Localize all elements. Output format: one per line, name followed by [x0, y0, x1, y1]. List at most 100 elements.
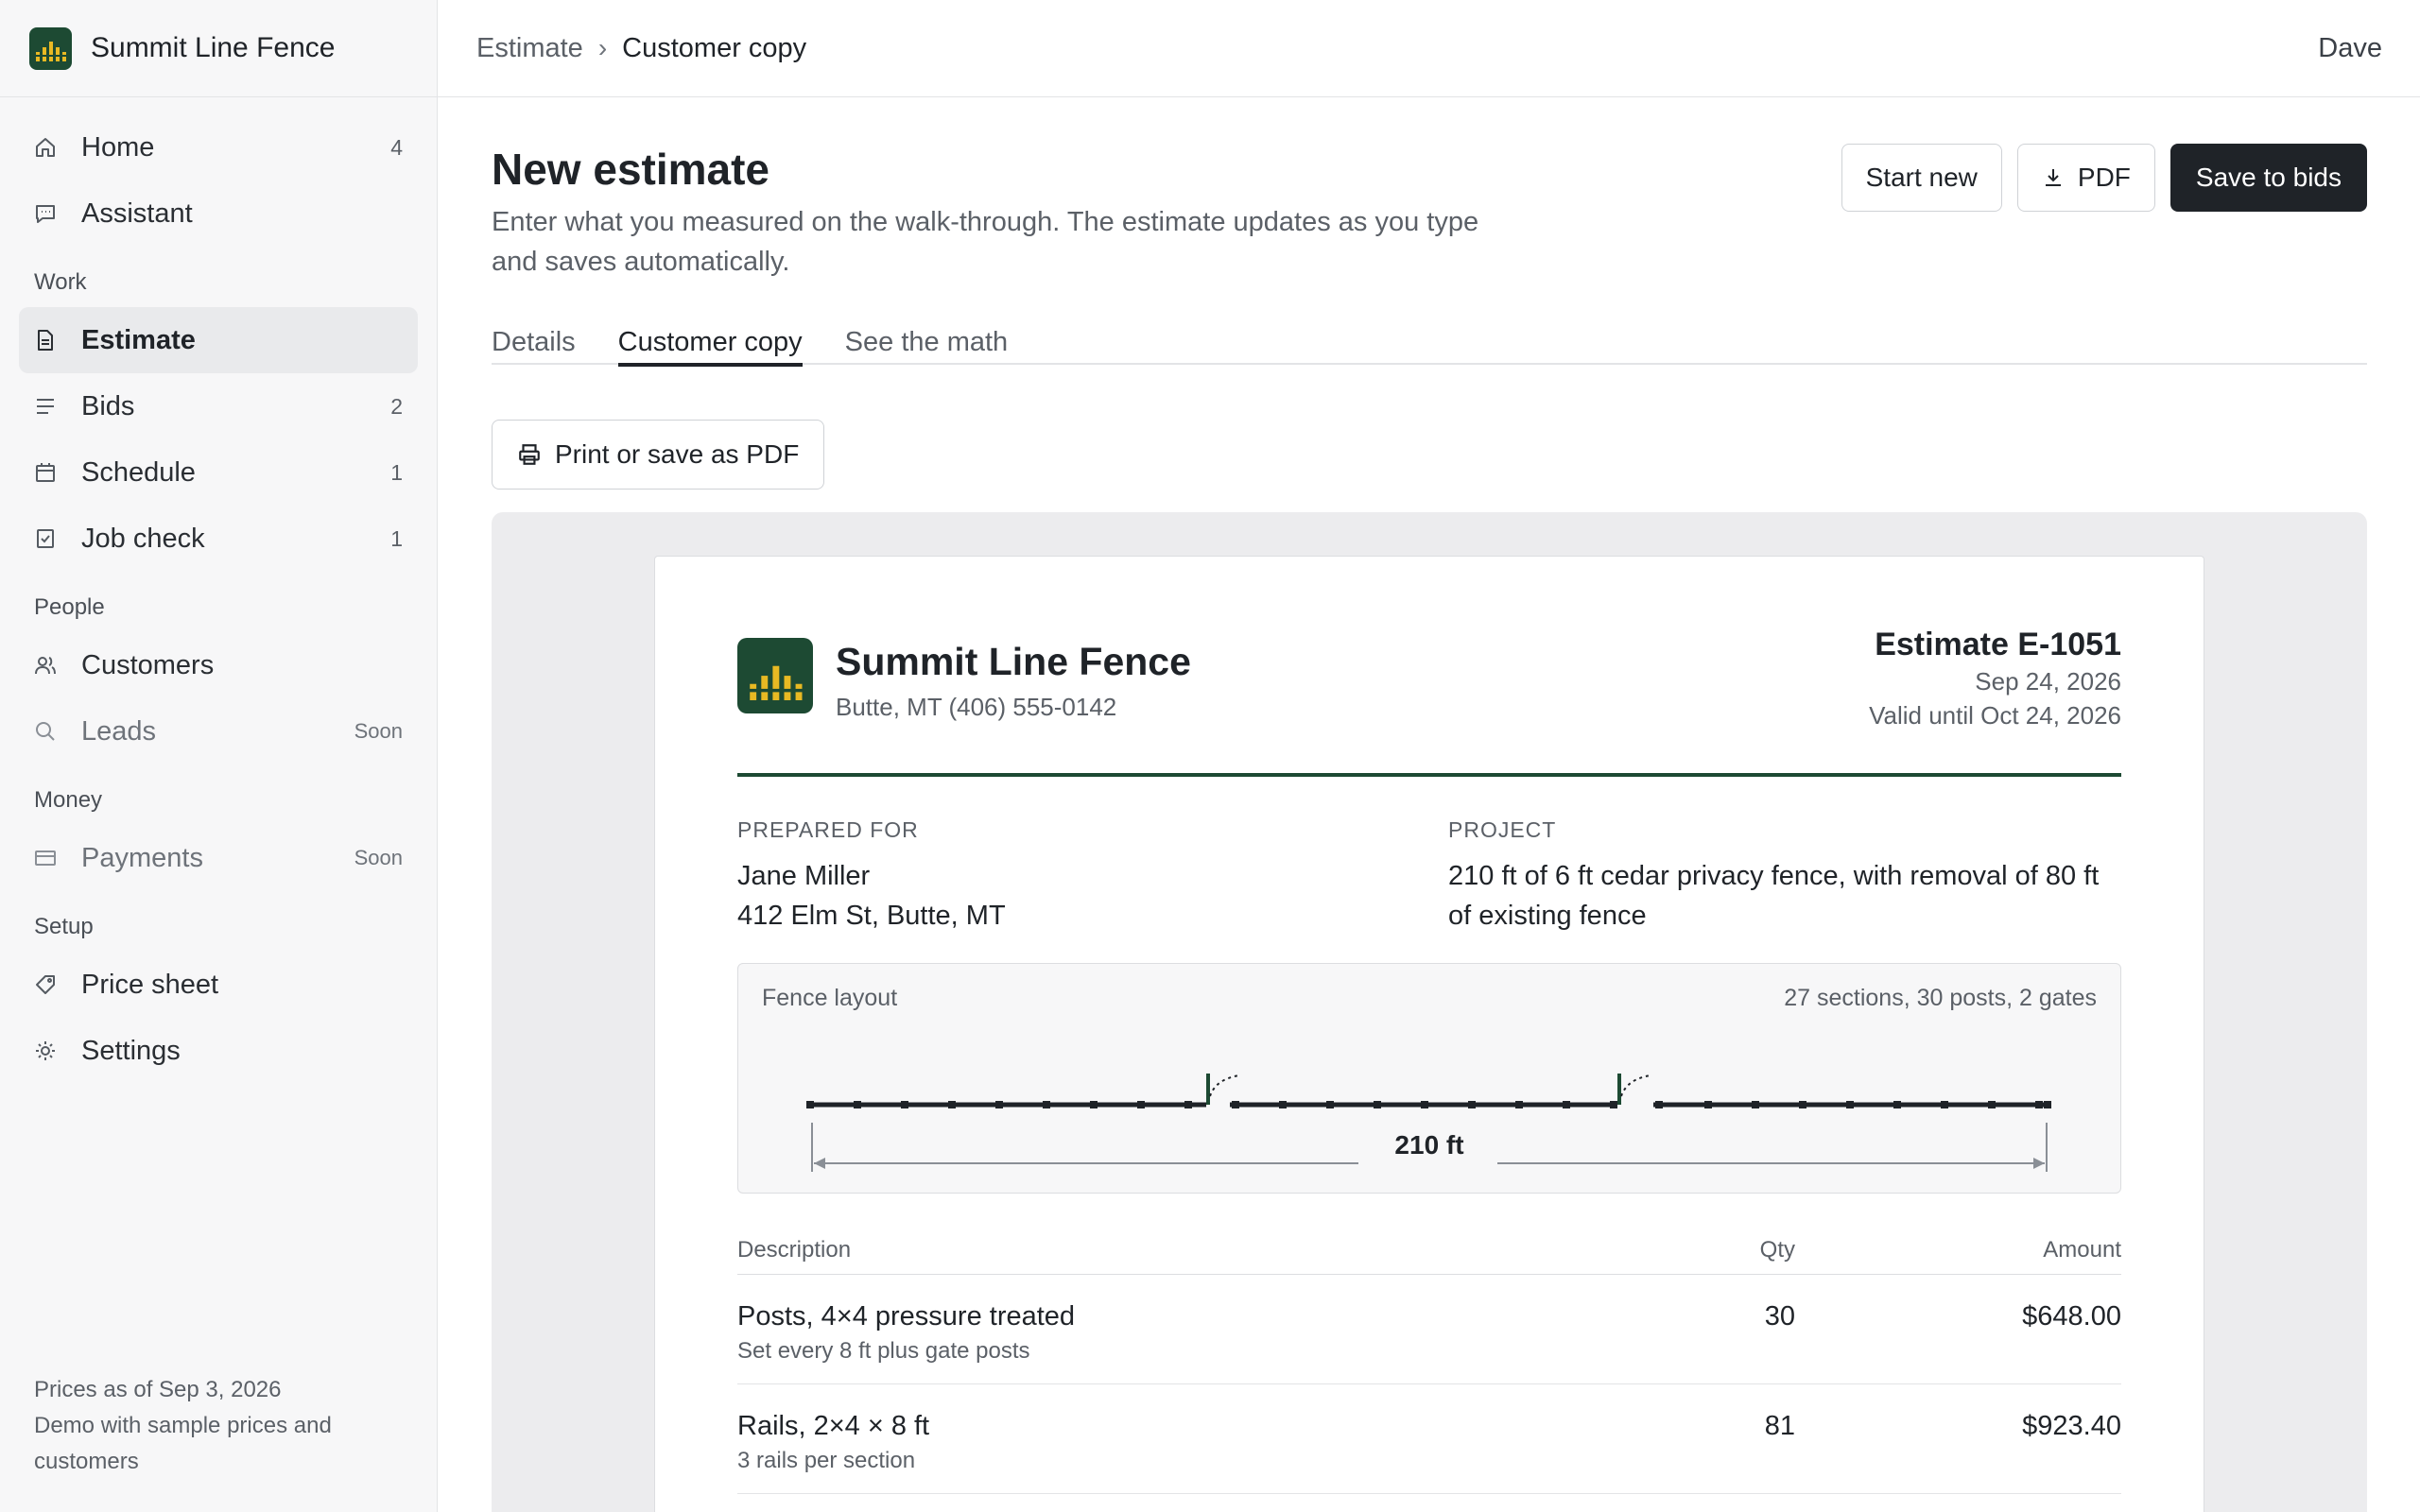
count-badge: 2: [390, 393, 403, 419]
sidebar: Summit Line Fence Home 4 Assistant Work …: [0, 0, 438, 1512]
page-actions: Start new PDF Save to bids: [1841, 144, 2367, 212]
sidebar-item-payments[interactable]: Payments Soon: [19, 825, 418, 891]
fence-logo-icon: [29, 26, 72, 70]
sidebar-item-label: Settings: [81, 1035, 181, 1066]
section-title-people: People: [34, 594, 105, 620]
sidebar-footer: Prices as of Sep 3, 2026 Demo with sampl…: [34, 1372, 393, 1480]
valid-until: Valid until Oct 24, 2026: [1869, 701, 2121, 730]
total-length-label: 210 ft: [1394, 1130, 1464, 1160]
estimate-date: Sep 24, 2026: [1975, 667, 2121, 696]
gear-icon: [34, 1040, 57, 1062]
card-icon: [34, 847, 57, 869]
sidebar-nav: Home 4 Assistant Work Estimate Bids 2 Sc…: [0, 97, 437, 1084]
gate-2: [1617, 1074, 1651, 1105]
customer-name: Jane Miller: [737, 861, 871, 891]
row-qty: 30: [1764, 1301, 1795, 1332]
project: PROJECT 210 ft of 6 ft cedar privacy fen…: [1448, 817, 2121, 936]
sidebar-item-estimate[interactable]: Estimate: [19, 307, 418, 373]
prepared-for-label: PREPARED FOR: [737, 817, 919, 842]
sidebar-item-home[interactable]: Home 4: [19, 114, 418, 180]
line-items-table: Description Qty Amount Posts, 4×4 pressu…: [737, 1226, 2121, 1494]
brand[interactable]: Summit Line Fence: [0, 0, 437, 97]
sidebar-item-label: Leads: [81, 715, 157, 747]
chat-icon: [34, 202, 57, 225]
page-title: New estimate: [492, 145, 770, 194]
prices-date: Prices as of Sep 3, 2026: [34, 1377, 282, 1402]
tag-icon: [34, 973, 57, 996]
estimate-document: Summit Line Fence Butte, MT (406) 555-01…: [654, 556, 2204, 1512]
sidebar-item-label: Estimate: [81, 324, 196, 355]
document-icon: [34, 329, 57, 352]
section-title-work: Work: [34, 269, 87, 295]
user-menu[interactable]: Dave: [2318, 33, 2382, 64]
sidebar-item-price-sheet[interactable]: Price sheet: [19, 952, 418, 1018]
pdf-button[interactable]: PDF: [2016, 144, 2155, 212]
tab-details[interactable]: Details: [492, 308, 576, 365]
save-label: Save to bids: [2195, 163, 2342, 192]
top-bar: Estimate › Customer copy Dave: [438, 0, 2420, 97]
sidebar-item-customers[interactable]: Customers: [19, 632, 418, 698]
home-icon: [34, 136, 57, 159]
row-amount: $923.40: [2022, 1411, 2121, 1441]
sidebar-item-leads[interactable]: Leads Soon: [19, 698, 418, 765]
breadcrumb-estimate[interactable]: Estimate: [476, 33, 583, 64]
table-row: Rails, 2×4 × 8 ft 3 rails per section 81…: [737, 1384, 2121, 1494]
fence-logo-icon: [737, 638, 813, 713]
search-icon: [34, 720, 57, 743]
sidebar-item-settings[interactable]: Settings: [19, 1018, 418, 1084]
list-icon: [34, 395, 57, 418]
sidebar-item-job-check[interactable]: Job check 1: [19, 506, 418, 572]
demo-note: Demo with sample prices and customers: [34, 1413, 332, 1474]
table-row: Posts, 4×4 pressure treated Set every 8 …: [737, 1275, 2121, 1384]
sidebar-item-schedule[interactable]: Schedule 1: [19, 439, 418, 506]
row-amount: $648.00: [2022, 1301, 2121, 1332]
document-preview: Summit Line Fence Butte, MT (406) 555-01…: [492, 512, 2367, 1512]
row-description: Rails, 2×4 × 8 ft 3 rails per section: [737, 1407, 1606, 1493]
checkbox-icon: [34, 527, 57, 550]
estimate-info: PREPARED FOR Jane Miller 412 Elm St, But…: [737, 817, 2121, 936]
column-description: Description: [737, 1236, 852, 1263]
main-content: New estimate Enter what you measured on …: [438, 98, 2420, 1512]
estimate-meta: Estimate E-1051 Sep 24, 2026 Valid until…: [1869, 625, 2121, 732]
estimate-number: Estimate E-1051: [1875, 627, 2121, 662]
column-amount: Amount: [2043, 1236, 2121, 1263]
fence-layout-summary: 27 sections, 30 posts, 2 gates: [1784, 985, 2097, 1011]
tab-customer-copy[interactable]: Customer copy: [617, 308, 803, 367]
print-button[interactable]: Print or save as PDF: [492, 420, 825, 490]
soon-badge: Soon: [354, 719, 403, 743]
project-label: PROJECT: [1448, 817, 1557, 842]
start-new-button[interactable]: Start new: [1841, 144, 2002, 212]
sidebar-item-label: Job check: [81, 523, 205, 554]
pdf-label: PDF: [2077, 163, 2131, 192]
users-icon: [34, 654, 57, 677]
gate-1: [1206, 1074, 1240, 1105]
tab-bar: Details Customer copy See the math: [492, 308, 2367, 367]
start-new-label: Start new: [1865, 163, 1978, 192]
calendar-icon: [34, 461, 57, 484]
breadcrumb-separator: ›: [597, 33, 608, 62]
tab-see-the-math[interactable]: See the math: [845, 308, 1009, 365]
sidebar-item-assistant[interactable]: Assistant: [19, 180, 418, 247]
document-header: Summit Line Fence Butte, MT (406) 555-01…: [737, 627, 2121, 777]
count-badge: 1: [390, 459, 403, 485]
sidebar-item-label: Assistant: [81, 198, 193, 229]
download-icon: [2042, 166, 2065, 189]
table-header: Description Qty Amount: [737, 1226, 2121, 1275]
save-to-bids-button[interactable]: Save to bids: [2169, 144, 2367, 212]
sidebar-item-bids[interactable]: Bids 2: [19, 373, 418, 439]
company-name: Summit Line Fence: [836, 640, 1191, 683]
sidebar-item-label: Price sheet: [81, 969, 219, 1000]
sidebar-item-label: Customers: [81, 649, 215, 680]
customer-address: 412 Elm St, Butte, MT: [737, 901, 1006, 931]
sidebar-item-label: Bids: [81, 390, 135, 421]
fence-layout-title: Fence layout: [762, 985, 898, 1011]
printer-icon: [517, 442, 542, 467]
sidebar-item-label: Schedule: [81, 456, 196, 488]
column-qty: Qty: [1759, 1236, 1795, 1263]
count-badge: 1: [390, 525, 403, 551]
row-title: Rails, 2×4 × 8 ft: [737, 1411, 930, 1441]
fence-layout: Fence layout 27 sections, 30 posts, 2 ga…: [737, 963, 2121, 1194]
page-subtitle: Enter what you measured on the walk-thro…: [492, 207, 1479, 277]
soon-badge: Soon: [354, 846, 403, 869]
row-description: Posts, 4×4 pressure treated Set every 8 …: [737, 1297, 1606, 1383]
